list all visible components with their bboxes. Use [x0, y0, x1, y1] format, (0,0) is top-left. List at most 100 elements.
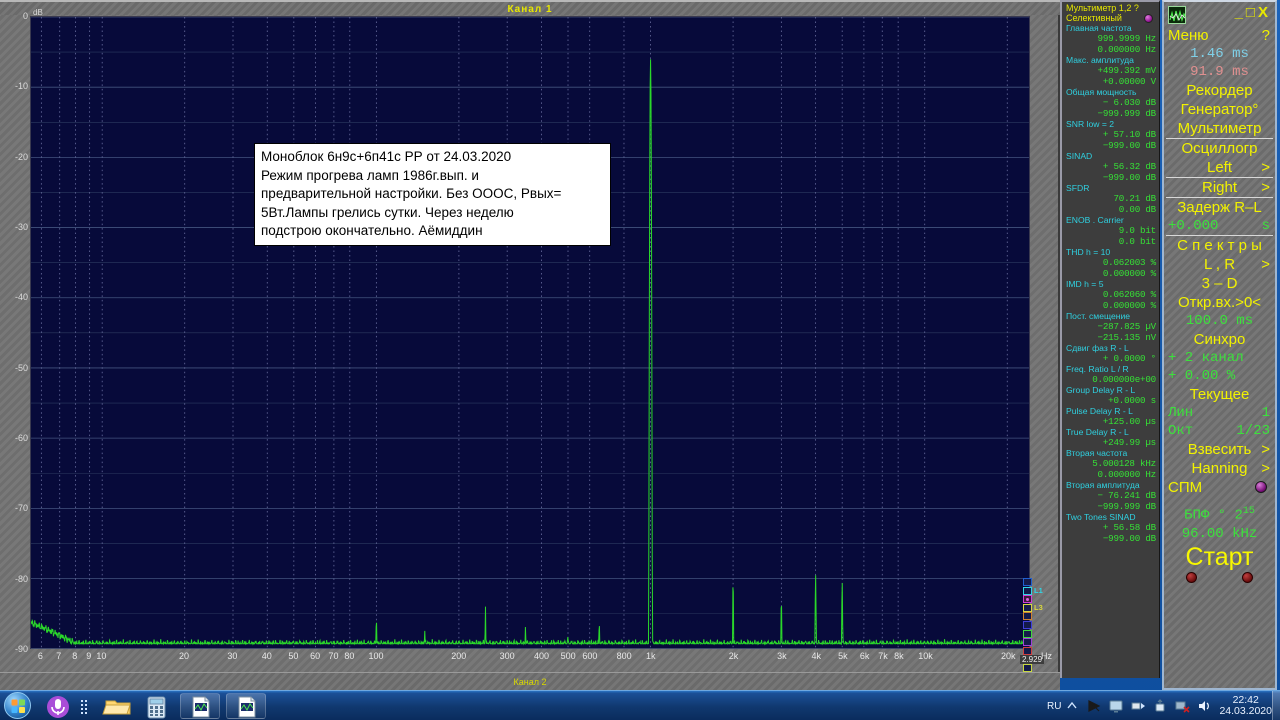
legend-swatch[interactable]	[1023, 586, 1032, 595]
selective-led-icon[interactable]	[1144, 14, 1153, 23]
lin-row[interactable]: Лин 1	[1166, 404, 1273, 422]
weight-row[interactable]: Взвесить >	[1166, 440, 1273, 459]
taskbar-calculator-button[interactable]	[138, 693, 172, 719]
legend-item[interactable]	[1023, 638, 1039, 647]
x-tick-label: 5k	[838, 651, 848, 661]
right-channel-arrow-icon[interactable]: >	[1261, 178, 1270, 197]
left-channel-row[interactable]: Left >	[1166, 158, 1273, 177]
legend-item[interactable]	[1023, 620, 1039, 630]
multimeter-row-value: − 76.241 dB	[1097, 490, 1157, 501]
multimeter-row-value: + 56.58 dB	[1102, 522, 1156, 533]
tray-expand-icon[interactable]	[1064, 698, 1080, 714]
tray-clock[interactable]: 22:42 24.03.2020	[1219, 695, 1272, 717]
control-panel-header: _□X	[1166, 4, 1273, 26]
recorder-button[interactable]: Рекордер	[1166, 81, 1273, 100]
legend-swatch[interactable]	[1023, 595, 1032, 604]
x-tick-label: 30	[227, 651, 238, 661]
sync-channel-row[interactable]: + 2 канал	[1166, 349, 1273, 367]
multimeter-row-value: +0.00000 V	[1102, 76, 1156, 87]
legend-swatch[interactable]	[1023, 638, 1032, 647]
legend-item[interactable]	[1023, 612, 1039, 621]
legend-item[interactable]: L3	[1023, 603, 1043, 613]
legend-swatch[interactable]	[1023, 603, 1032, 612]
time-pink: 91.9 ms	[1190, 64, 1249, 80]
bottom-title: Канал 2	[0, 672, 1060, 690]
x-tick-label: 7k	[878, 651, 888, 661]
open-input-button[interactable]: Откр.вх.>0<	[1166, 293, 1273, 312]
minimize-button[interactable]: _	[1235, 4, 1246, 21]
multimeter-row-value: − 6.030 dB	[1102, 97, 1156, 108]
multimeter-row-value: 0.00 dB	[1118, 204, 1156, 215]
maximize-button[interactable]: □	[1246, 4, 1258, 21]
lin-value: 1	[1261, 405, 1270, 421]
multimeter-row-label: IMD h = 5	[1066, 279, 1104, 289]
window-buttons[interactable]: _□X	[1235, 4, 1271, 21]
spm-led-icon[interactable]	[1255, 481, 1267, 493]
multimeter-row-label: SNR low = 2	[1066, 119, 1114, 129]
help-button[interactable]: ?	[1262, 26, 1270, 45]
multimeter-row-value: +125.00 µs	[1102, 416, 1156, 427]
legend-swatch[interactable]	[1023, 629, 1032, 638]
legend-item[interactable]: L1	[1023, 586, 1043, 596]
tray-safely-remove-icon[interactable]	[1152, 698, 1168, 714]
x-tick-label: 40	[261, 651, 272, 661]
tray-language[interactable]: RU	[1047, 701, 1061, 712]
left-channel-arrow-icon[interactable]: >	[1261, 158, 1270, 177]
multimeter-panel: Мультиметр 1,2 ? Селективный Главная час…	[1060, 0, 1160, 678]
y-axis-ticks: 0 -10 -20 -30 -40 -50 -60 -70 -80 -90	[2, 0, 30, 690]
lr-spectra-row[interactable]: L , R >	[1166, 255, 1273, 274]
menu-button[interactable]: Меню	[1168, 26, 1209, 45]
oscillograph-button[interactable]: Осциллогр	[1166, 138, 1273, 158]
y-tick-label: 0	[22, 11, 28, 21]
right-channel-row[interactable]: Right >	[1166, 177, 1273, 197]
control-panel: _□X Меню ? 1.46 ms 91.9 ms Рекордер Гене…	[1162, 0, 1277, 690]
close-button[interactable]: X	[1258, 4, 1271, 21]
fft-row[interactable]: БПФ ° 215	[1166, 503, 1273, 525]
oct-value: 1/23	[1236, 423, 1270, 439]
start-led-right-icon	[1242, 571, 1253, 583]
sync-percent-row[interactable]: + 0.00 %	[1166, 367, 1273, 385]
weight-arrow-icon[interactable]: >	[1261, 440, 1270, 459]
multimeter-row-value: 5.000128 kHz	[1092, 458, 1156, 469]
start-button[interactable]: Старт	[1166, 543, 1273, 571]
tray-flag-icon[interactable]	[1086, 698, 1102, 714]
multimeter-button[interactable]: Мультиметр	[1166, 119, 1273, 138]
taskbar-explorer-button[interactable]	[100, 693, 134, 719]
taskbar-document-2-button[interactable]	[226, 693, 266, 719]
three-d-button[interactable]: 3 – D	[1166, 274, 1273, 293]
legend-swatch[interactable]	[1023, 612, 1032, 621]
delay-value-row[interactable]: +0.000 s	[1166, 217, 1273, 235]
x-tick-label: 400	[533, 651, 549, 661]
menu-row[interactable]: Меню ?	[1166, 26, 1273, 45]
tray-volume-icon[interactable]	[1196, 698, 1212, 714]
spectrum-plot[interactable]	[30, 16, 1030, 649]
app-icon	[1168, 6, 1186, 24]
window-fn-arrow-icon[interactable]: >	[1261, 459, 1270, 478]
multimeter-row-value: + 57.10 dB	[1102, 129, 1156, 140]
multimeter-mode[interactable]: Селективный	[1066, 13, 1156, 23]
taskbar-document-1-button[interactable]	[180, 693, 220, 719]
multimeter-row-label: Главная частота	[1066, 23, 1132, 33]
oct-row[interactable]: Окт 1/23	[1166, 422, 1273, 440]
tray-network-icon[interactable]	[1174, 698, 1191, 714]
window-fn-row[interactable]: Hanning >	[1166, 459, 1273, 478]
legend-swatch[interactable]	[1023, 578, 1032, 586]
start-orb-button[interactable]	[4, 692, 31, 719]
screen: Канал 1 dB 0 -10 -20 -30 -40 -50 -60 -70 -80 -90 …	[0, 0, 1280, 720]
x-tick-label: 1k	[646, 651, 656, 661]
spm-row[interactable]: СПМ	[1166, 478, 1273, 497]
x-tick-label: 9	[86, 651, 92, 661]
tray-display-icon[interactable]	[1108, 698, 1124, 714]
y-tick-label: -30	[14, 222, 28, 232]
lr-spectra-arrow-icon[interactable]: >	[1261, 255, 1270, 274]
legend-item[interactable]	[1023, 629, 1039, 639]
taskbar-microphone-button[interactable]	[40, 693, 74, 719]
x-tick-label: 60	[310, 651, 321, 661]
show-desktop-button[interactable]	[1272, 691, 1280, 720]
legend-swatch[interactable]	[1023, 620, 1032, 629]
start-led-left-icon	[1186, 571, 1197, 583]
system-tray: RU 22:42 24.03.2020	[1041, 691, 1280, 720]
generator-button[interactable]: Генератор°	[1166, 100, 1273, 119]
taskbar-grip-handle[interactable]	[78, 693, 88, 719]
tray-eject-icon[interactable]	[1130, 698, 1146, 714]
